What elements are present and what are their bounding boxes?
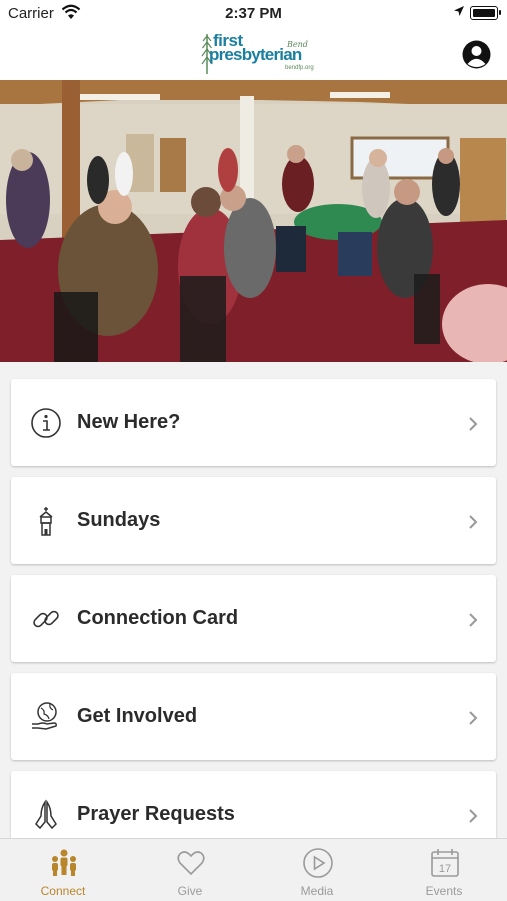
link-icon xyxy=(33,610,59,628)
praying-hands-icon xyxy=(35,799,57,830)
status-bar: Carrier 2:37 PM xyxy=(0,0,507,28)
tab-label: Give xyxy=(177,884,203,898)
tab-label: Events xyxy=(425,884,463,898)
hero-photo xyxy=(0,80,507,362)
logo-url: bendfp.org xyxy=(285,65,314,71)
battery-icon xyxy=(470,6,498,20)
menu-item-get-involved[interactable]: Get Involved xyxy=(11,673,496,760)
user-circle-icon[interactable] xyxy=(462,40,491,69)
chevron-right-icon xyxy=(469,515,478,529)
menu-item-label: Prayer Requests xyxy=(77,803,235,825)
tab-label: Connect xyxy=(40,884,86,898)
status-time: 2:37 PM xyxy=(225,5,282,22)
chevron-right-icon xyxy=(469,417,478,431)
heart-icon xyxy=(177,851,205,876)
tab-bar: Connect Give Media 17 Events xyxy=(0,838,507,901)
chevron-right-icon xyxy=(469,613,478,627)
chevron-right-icon xyxy=(469,809,478,823)
info-circle-icon xyxy=(31,408,61,438)
chevron-right-icon xyxy=(469,711,478,725)
menu-item-new-here[interactable]: New Here? xyxy=(11,379,496,466)
calendar-date: 17 xyxy=(439,863,451,875)
battery-tip xyxy=(499,10,501,15)
globe-hand-icon xyxy=(32,702,57,730)
tab-connect[interactable]: Connect xyxy=(0,839,126,901)
menu-item-label: Sundays xyxy=(77,509,161,531)
menu-item-connection-card[interactable]: Connection Card xyxy=(11,575,496,662)
location-arrow-icon xyxy=(454,6,464,16)
nav-bar: first presbyterian Bend bendfp.org xyxy=(0,28,507,81)
fellowship-hall-illustration xyxy=(0,80,507,362)
people-icon xyxy=(52,849,76,876)
tab-events[interactable]: 17 Events xyxy=(381,839,507,901)
menu-item-label: Connection Card xyxy=(77,607,239,629)
calendar-icon: 17 xyxy=(431,849,459,877)
tab-media[interactable]: Media xyxy=(254,839,380,901)
menu-item-sundays[interactable]: Sundays xyxy=(11,477,496,564)
tab-label: Media xyxy=(300,884,334,898)
tab-give[interactable]: Give xyxy=(127,839,253,901)
church-icon xyxy=(39,507,53,536)
logo-text-bend: Bend xyxy=(287,40,308,49)
play-circle-icon xyxy=(303,848,333,878)
menu-item-label: Get Involved xyxy=(77,705,198,727)
menu-item-label: New Here? xyxy=(77,411,181,433)
church-logo[interactable]: first presbyterian Bend bendfp.org xyxy=(201,31,314,76)
